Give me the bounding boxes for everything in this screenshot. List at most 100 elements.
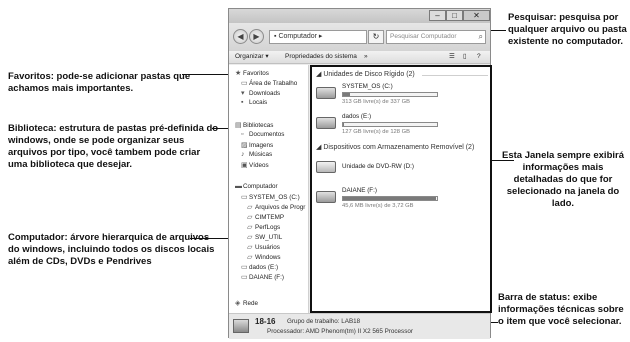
nav-sw-util-label: SW_UTIL: [255, 234, 283, 241]
back-button[interactable]: ◀: [233, 29, 248, 44]
nav-downloads[interactable]: ▾ Downloads: [241, 89, 280, 97]
nav-users-label: Usuários: [255, 244, 280, 251]
drive-daiane[interactable]: DAIANE (F:) 45,6 MB livre(s) de 3,72 GB: [316, 187, 486, 213]
places-icon: ▪: [241, 99, 244, 106]
forward-button[interactable]: ▶: [249, 29, 264, 44]
refresh-button[interactable]: ↻: [368, 30, 384, 44]
explorer-window: – □ ✕ ◀ ▶ ▪ Computador ▸ ↻ Pesquisar Com…: [228, 8, 492, 339]
nav-videos[interactable]: ▣Vídeos: [241, 161, 269, 169]
drive-daiane-free: 45,6 MB livre(s) de 3,72 GB: [342, 203, 414, 209]
folder-icon: ▱: [247, 244, 253, 251]
folder-icon: ▱: [247, 204, 253, 211]
nav-program-files[interactable]: ▱ Arquivos de Progr: [247, 203, 305, 211]
drive-daiane-name: DAIANE (F:): [342, 187, 377, 194]
nav-dados-label: dados (E:): [249, 264, 279, 271]
usb-drive-icon: [316, 191, 336, 203]
computador-annotation: Computador: árvore hierarquica de arquiv…: [8, 232, 215, 267]
nav-computer[interactable]: ▬Computador: [235, 183, 278, 190]
star-icon: ★: [235, 70, 242, 77]
folder-icon: ▱: [247, 214, 253, 221]
nav-program-files-label: Arquivos de Progr: [255, 204, 306, 211]
nav-libraries-label: Bibliotecas: [243, 122, 274, 129]
computer-icon: [233, 319, 249, 333]
status-workgroup: Grupo de trabalho: LAB18: [287, 318, 361, 325]
group-hdd-divider: [422, 75, 488, 76]
help-icon[interactable]: ?: [477, 51, 481, 63]
address-text: Computador ▸: [278, 33, 323, 40]
search-input[interactable]: Pesquisar Computador ⌕: [386, 30, 486, 44]
nav-system-os[interactable]: ▭SYSTEM_OS (C:): [241, 193, 300, 201]
nav-windows-label: Windows: [255, 254, 281, 261]
nav-favorites-label: Favoritos: [243, 70, 269, 77]
hard-drive-icon: [316, 117, 336, 129]
nav-music[interactable]: ♪ Músicas: [241, 151, 272, 158]
drive-system-os[interactable]: SYSTEM_OS (C:) 313 GB livre(s) de 337 GB: [316, 83, 486, 109]
drive-dados-usage-bar: [342, 122, 438, 127]
hard-drive-icon: [316, 87, 336, 99]
nav-places-label: Locais: [249, 99, 268, 106]
drive-system-os-name: SYSTEM_OS (C:): [342, 83, 393, 90]
drive-dados-name: dados (E:): [342, 113, 372, 120]
video-icon: ▣: [241, 162, 248, 169]
folder-icon: ▱: [247, 254, 253, 261]
command-bar: Organizar ▾ Propriedades do sistema » ☰ …: [229, 51, 490, 64]
drive-dados-usage-fill: [343, 123, 344, 126]
close-button[interactable]: ✕: [463, 10, 490, 21]
preview-pane-icon[interactable]: ▯: [463, 51, 467, 63]
biblioteca-annotation: Biblioteca: estrutura de pastas pré-defi…: [8, 123, 219, 170]
dvd-drive-icon: [316, 161, 336, 173]
nav-windows[interactable]: ▱ Windows: [247, 253, 281, 261]
drive-dvd[interactable]: Unidade de DVD-RW (D:): [316, 157, 486, 183]
nav-sw-util[interactable]: ▱ SW_UTIL: [247, 233, 282, 241]
drive-dados[interactable]: dados (E:) 127 GB livre(s) de 128 GB: [316, 113, 486, 139]
address-bar-area: ◀ ▶ ▪ Computador ▸ ↻ Pesquisar Computado…: [229, 23, 490, 51]
nav-network-label: Rede: [243, 300, 259, 307]
nav-daiane-label: DAIANE (F:): [249, 274, 284, 281]
network-icon: ◈: [235, 300, 241, 307]
nav-libraries[interactable]: ▤Bibliotecas: [235, 121, 273, 129]
nav-music-label: Músicas: [249, 151, 273, 158]
group-removable-label: Dispositivos com Armazenamento Removível…: [323, 144, 475, 151]
nav-videos-label: Vídeos: [249, 162, 269, 169]
search-placeholder: Pesquisar Computador: [390, 33, 457, 40]
more-commands-button[interactable]: »: [364, 51, 368, 63]
pesquisar-annotation: Pesquisar: pesquisa por qualquer arquivo…: [508, 12, 627, 47]
music-icon: ♪: [241, 151, 245, 158]
nav-dados[interactable]: ▭dados (E:): [241, 263, 278, 271]
nav-downloads-label: Downloads: [249, 90, 281, 97]
drive-icon: ▭: [241, 264, 248, 271]
nav-desktop[interactable]: ▭Área de Trabalho: [241, 79, 297, 87]
group-hdd-header[interactable]: ◢ Unidades de Disco Rígido (2): [316, 70, 415, 78]
organize-button[interactable]: Organizar ▾: [235, 51, 269, 63]
nav-images[interactable]: ▨Imagens: [241, 141, 273, 149]
drive-daiane-usage-bar: [342, 196, 438, 201]
downloads-icon: ▾: [241, 90, 245, 97]
favoritos-annotation: Favoritos: pode-se adicionar pastas que …: [8, 71, 191, 94]
nav-cimtemp[interactable]: ▱ CIMTEMP: [247, 213, 284, 221]
nav-places[interactable]: ▪ Locais: [241, 99, 267, 106]
nav-documents[interactable]: ▫ Documentos: [241, 131, 284, 138]
nav-network[interactable]: ◈ Rede: [235, 299, 258, 307]
maximize-button[interactable]: □: [446, 10, 463, 21]
address-field[interactable]: ▪ Computador ▸: [269, 30, 367, 44]
system-properties-button[interactable]: Propriedades do sistema: [285, 51, 357, 63]
computer-icon: ▬: [235, 183, 242, 190]
nav-documents-label: Documentos: [249, 131, 285, 138]
search-icon[interactable]: ⌕: [479, 31, 483, 43]
title-bar[interactable]: – □ ✕: [229, 9, 490, 23]
nav-favorites[interactable]: ★ Favoritos: [235, 69, 269, 77]
nav-perflogs[interactable]: ▱ PerfLogs: [247, 223, 280, 231]
drive-daiane-usage-fill: [343, 197, 437, 200]
drive-system-os-free: 313 GB livre(s) de 337 GB: [342, 99, 410, 105]
nav-users[interactable]: ▱ Usuários: [247, 243, 280, 251]
janela-annotation: Esta Janela sempre exibirá informações m…: [502, 150, 624, 209]
drive-dados-free: 127 GB livre(s) de 128 GB: [342, 129, 410, 135]
drive-system-os-usage-fill: [343, 93, 350, 96]
nav-system-os-label: SYSTEM_OS (C:): [249, 194, 300, 201]
nav-daiane[interactable]: ▭DAIANE (F:): [241, 273, 284, 281]
minimize-button[interactable]: –: [429, 10, 446, 21]
view-options-icon[interactable]: ☰: [449, 51, 455, 63]
usb-drive-icon: ▭: [241, 274, 248, 281]
group-removable-header[interactable]: ◢ Dispositivos com Armazenamento Removív…: [316, 143, 474, 151]
status-bar: 18-16 Grupo de trabalho: LAB18 Processad…: [229, 313, 490, 339]
